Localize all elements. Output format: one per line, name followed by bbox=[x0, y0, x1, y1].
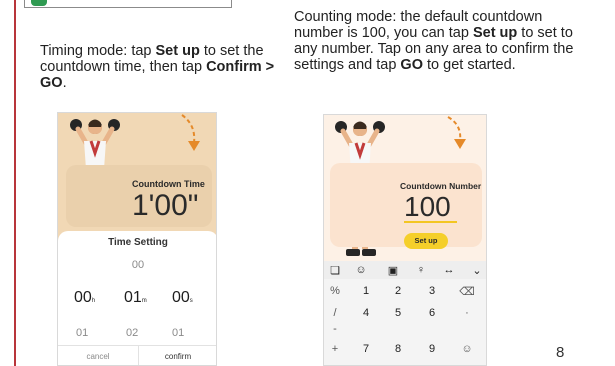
keyboard-key[interactable]: 2 bbox=[384, 285, 412, 297]
cancel-button[interactable]: cancel bbox=[58, 352, 138, 361]
seconds-picker[interactable]: 00s bbox=[172, 289, 193, 307]
keyboard-key[interactable]: + bbox=[324, 343, 346, 355]
keyboard-key[interactable]: · bbox=[452, 307, 482, 319]
countdown-number-card: Countdown Number 100 Set up bbox=[330, 163, 482, 249]
picker-next-hours: 01 bbox=[76, 327, 89, 339]
hours-picker[interactable]: 00h bbox=[74, 289, 95, 307]
numeric-keyboard: ❏ ☺ ▣ ♀ ↔ ⌄ % 1 2 3 ⌫ / 4 5 6 · - +7 8 9 ☺ bbox=[324, 261, 486, 365]
cursor-icon[interactable]: ↔ bbox=[442, 264, 456, 276]
counting-mode-screenshot: Countdown Number 100 Set up ❏ ☺ ▣ ♀ ↔ ⌄ … bbox=[323, 114, 487, 366]
countdown-time-card: Countdown Time 1'00" bbox=[66, 165, 212, 227]
keyboard-key[interactable]: 8 bbox=[384, 343, 412, 355]
counting-mode-caption: Counting mode: the default countdown num… bbox=[294, 9, 574, 73]
set-up-emphasis: Set up bbox=[472, 25, 518, 41]
keyboard-key[interactable]: ⌫ bbox=[452, 285, 482, 298]
timing-mode-screenshot: Countdown Time 1'00" Time Setting 00 00h… bbox=[57, 112, 217, 366]
green-blob bbox=[31, 0, 47, 6]
curved-arrow-icon bbox=[181, 114, 200, 151]
keyboard-key[interactable]: 3 bbox=[418, 285, 446, 297]
confirm-button[interactable]: confirm bbox=[138, 352, 216, 361]
keyboard-key[interactable]: ☺ bbox=[452, 343, 482, 355]
keyboard-key[interactable]: 5 bbox=[384, 307, 412, 319]
card-title: Countdown Time bbox=[132, 179, 205, 189]
set-up-emphasis: Set up bbox=[155, 43, 200, 59]
keyboard-key[interactable]: % bbox=[324, 285, 346, 297]
timing-mode-caption: Timing mode: tap Set up to set the count… bbox=[40, 43, 275, 91]
keyboard-key[interactable]: 1 bbox=[352, 285, 380, 297]
microphone-icon[interactable]: ♀ bbox=[414, 264, 428, 276]
time-setting-sheet: Time Setting 00 00h 01m 00s 01 02 01 can… bbox=[58, 231, 216, 365]
minutes-picker[interactable]: 01m bbox=[124, 289, 147, 307]
cropped-figure bbox=[24, 0, 232, 8]
emoji-icon[interactable]: ☺ bbox=[354, 264, 368, 276]
chevron-down-icon[interactable]: ⌄ bbox=[470, 264, 484, 277]
set-up-button[interactable]: Set up bbox=[404, 233, 448, 249]
sheet-title: Time Setting bbox=[108, 237, 168, 248]
keyboard-key[interactable]: - bbox=[324, 323, 346, 335]
page-number: 8 bbox=[556, 344, 565, 361]
keyboard-toolbar: ❏ ☺ ▣ ♀ ↔ ⌄ bbox=[324, 261, 486, 279]
gif-icon[interactable]: ▣ bbox=[386, 264, 400, 277]
countdown-number-value: 100 bbox=[404, 193, 457, 223]
picker-previous-value: 00 bbox=[131, 259, 145, 271]
card-title: Countdown Number bbox=[400, 181, 482, 191]
curved-arrow-icon bbox=[447, 116, 466, 149]
go-emphasis: GO bbox=[400, 57, 423, 73]
keyboard-key[interactable]: / bbox=[324, 307, 346, 319]
keyboard-key[interactable]: 9 bbox=[418, 343, 446, 355]
keyboard-key[interactable]: 7 bbox=[352, 343, 380, 355]
keyboard-key[interactable]: 4 bbox=[352, 307, 380, 319]
picker-next-seconds: 01 bbox=[172, 327, 185, 339]
countdown-time-value: 1'00" bbox=[132, 189, 199, 222]
margin-rule bbox=[14, 0, 16, 366]
keyboard-key[interactable]: 6 bbox=[418, 307, 446, 319]
sticker-icon[interactable]: ❏ bbox=[328, 264, 342, 277]
picker-next-minutes: 02 bbox=[126, 327, 139, 339]
